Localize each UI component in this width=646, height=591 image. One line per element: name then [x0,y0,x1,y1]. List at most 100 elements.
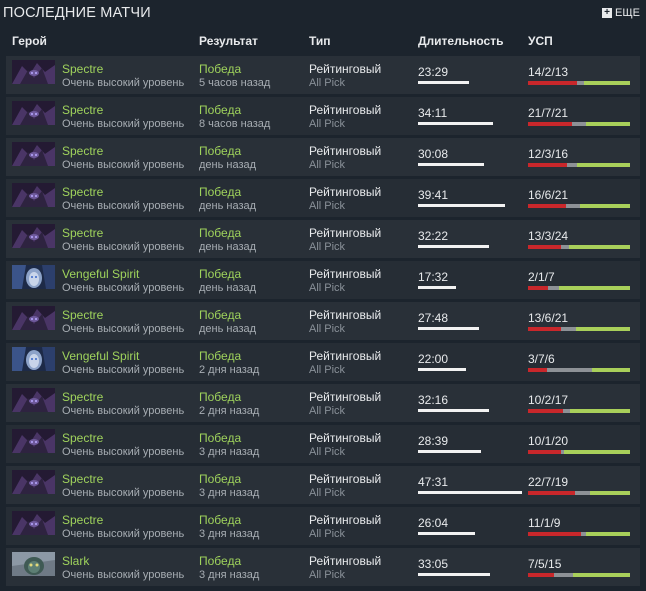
kda-value: 10/2/17 [528,393,569,407]
kda-bar [528,245,630,249]
assists-segment [576,327,630,331]
assists-segment [558,286,630,290]
match-time-ago: день назад [199,241,257,253]
skill-bracket: Очень высокий уровень [62,241,185,253]
vengeful-spirit-portrait[interactable] [12,347,55,371]
game-mode: All Pick [309,446,346,458]
match-row[interactable]: Spectre Очень высокий уровень Победа 5 часо… [6,56,640,94]
match-row[interactable]: Spectre Очень высокий уровень Победа день н… [6,138,640,176]
skill-bracket: Очень высокий уровень [62,77,185,89]
kills-segment [528,573,555,577]
kills-segment [528,204,566,208]
spectre-portrait[interactable] [12,306,55,330]
duration-bar [418,532,475,535]
kda-value: 3/7/6 [528,352,555,366]
hero-name[interactable]: Spectre [62,144,103,158]
match-time-ago: 8 часов назад [199,118,271,130]
match-result: Победа [199,431,242,445]
hero-name[interactable]: Spectre [62,226,103,240]
kda-bar [528,368,630,372]
duration-bar [418,368,466,371]
match-result: Победа [199,267,242,281]
hero-name[interactable]: Spectre [62,513,103,527]
match-row[interactable]: Spectre Очень высокий уровень Победа 8 часо… [6,97,640,135]
match-result: Победа [199,349,242,363]
hero-name[interactable]: Spectre [62,308,103,322]
match-row[interactable]: Spectre Очень высокий уровень Победа 3 дня … [6,425,640,463]
skill-bracket: Очень высокий уровень [62,323,185,335]
spectre-portrait[interactable] [12,142,55,166]
match-row[interactable]: Vengeful Spirit Очень высокий уровень Побе… [6,261,640,299]
hero-name[interactable]: Spectre [62,185,103,199]
deaths-segment [561,327,577,331]
hero-name[interactable]: Spectre [62,472,103,486]
match-row[interactable]: Vengeful Spirit Очень высокий уровень Побе… [6,343,640,381]
match-row[interactable]: Spectre Очень высокий уровень Победа день н… [6,220,640,258]
match-result: Победа [199,513,242,527]
spectre-portrait[interactable] [12,183,55,207]
duration-bar [418,573,490,576]
hero-name[interactable]: Spectre [62,431,103,445]
spectre-portrait[interactable] [12,60,55,84]
deaths-segment [565,204,581,208]
match-duration: 47:31 [418,475,449,489]
match-row[interactable]: Spectre Очень высокий уровень Победа день н… [6,302,640,340]
hero-name[interactable]: Spectre [62,103,103,117]
duration-bar [418,163,484,166]
kda-value: 12/3/16 [528,147,569,161]
match-duration: 32:16 [418,393,449,407]
hero-name[interactable]: Spectre [62,62,103,76]
deaths-segment [554,573,574,577]
skill-bracket: Очень высокий уровень [62,200,185,212]
spectre-portrait[interactable] [12,224,55,248]
game-mode: All Pick [309,77,346,89]
match-duration: 39:41 [418,188,449,202]
game-mode: All Pick [309,487,346,499]
assists-segment [580,204,630,208]
match-row[interactable]: Slark Очень высокий уровень Победа 3 дня на… [6,548,640,586]
lobby-type: Рейтинговый [309,554,382,568]
kda-value: 10/1/20 [528,434,569,448]
show-more-button[interactable]: + ЕЩЕ [602,7,640,19]
lobby-type: Рейтинговый [309,513,382,527]
hero-name[interactable]: Vengeful Spirit [62,267,139,281]
lobby-type: Рейтинговый [309,308,382,322]
assists-segment [591,368,630,372]
hero-name[interactable]: Spectre [62,390,103,404]
kda-bar [528,286,630,290]
match-row[interactable]: Spectre Очень высокий уровень Победа 3 дня … [6,507,640,545]
match-result: Победа [199,390,242,404]
spectre-portrait[interactable] [12,101,55,125]
match-duration: 17:32 [418,270,449,284]
duration-bar [418,327,479,330]
kda-bar [528,573,630,577]
matches-list: Spectre Очень высокий уровень Победа 5 часо… [6,56,640,589]
lobby-type: Рейтинговый [309,431,382,445]
match-result: Победа [199,103,242,117]
game-mode: All Pick [309,323,346,335]
lobby-type: Рейтинговый [309,144,382,158]
spectre-portrait[interactable] [12,388,55,412]
match-time-ago: 5 часов назад [199,77,271,89]
deaths-segment [574,491,590,495]
hero-name[interactable]: Vengeful Spirit [62,349,139,363]
kills-segment [528,122,572,126]
vengeful-spirit-portrait[interactable] [12,265,55,289]
assists-segment [573,573,630,577]
match-row[interactable]: Spectre Очень высокий уровень Победа 2 дня … [6,384,640,422]
spectre-portrait[interactable] [12,511,55,535]
slark-portrait[interactable] [12,552,55,576]
match-duration: 32:22 [418,229,449,243]
skill-bracket: Очень высокий уровень [62,159,185,171]
match-row[interactable]: Spectre Очень высокий уровень Победа день н… [6,179,640,217]
match-row[interactable]: Spectre Очень высокий уровень Победа 3 дня … [6,466,640,504]
deaths-segment [548,286,559,290]
kda-bar [528,327,630,331]
skill-bracket: Очень высокий уровень [62,282,185,294]
match-result: Победа [199,185,242,199]
hero-name[interactable]: Slark [62,554,89,568]
match-duration: 27:48 [418,311,449,325]
spectre-portrait[interactable] [12,470,55,494]
deaths-segment [547,368,592,372]
spectre-portrait[interactable] [12,429,55,453]
